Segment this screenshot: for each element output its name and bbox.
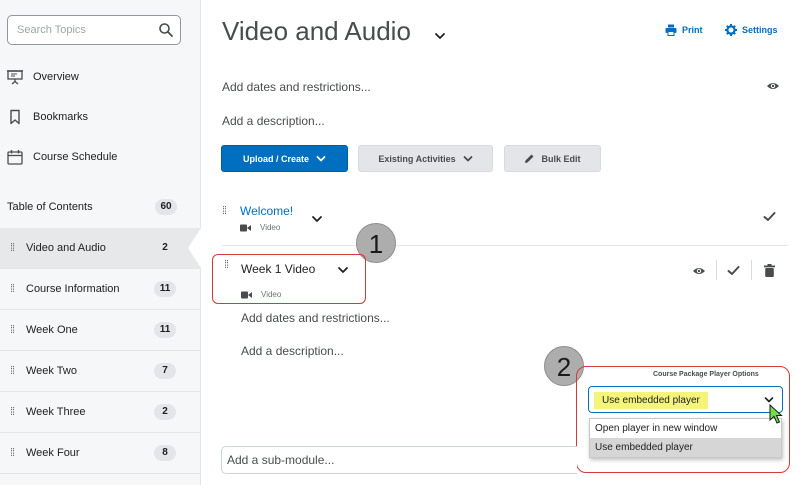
sidebar-item-label: Week One xyxy=(26,324,78,336)
drag-handle-icon[interactable]: ⁞⁞ xyxy=(10,406,16,418)
sidebar-item-week-three[interactable]: ⁞⁞ Week Three 2 xyxy=(0,392,200,433)
dropdown-option-embedded[interactable]: Use embedded player xyxy=(590,438,781,457)
sidebar-link-label: Course Schedule xyxy=(33,151,118,163)
topic-type-label: Video xyxy=(260,223,281,232)
topic-type-welcome: Video xyxy=(240,223,280,232)
drag-handle-icon[interactable]: ⁞⁞ xyxy=(224,259,229,271)
dropdown-option-new-window[interactable]: Open player in new window xyxy=(590,419,781,438)
sidebar-item-week-two[interactable]: ⁞⁞ Week Two 7 xyxy=(0,351,200,392)
bulk-edit-label: Bulk Edit xyxy=(541,153,581,164)
gear-icon xyxy=(725,24,737,36)
drag-handle-icon[interactable]: ⁞⁞ xyxy=(10,447,16,459)
topic-add-description-link[interactable]: Add a description... xyxy=(241,344,344,358)
chevron-down-icon xyxy=(316,155,326,161)
selected-option: Use embedded player xyxy=(594,392,708,409)
topic-type-week-1-video: Video xyxy=(241,290,281,299)
trash-icon[interactable] xyxy=(764,264,775,277)
add-submodule-field[interactable] xyxy=(221,446,577,474)
chevron-down-icon[interactable] xyxy=(311,214,323,224)
settings-label: Settings xyxy=(742,25,778,35)
sidebar-link-label: Overview xyxy=(33,71,79,83)
player-options-dropdown: Open player in new window Use embedded p… xyxy=(589,418,782,458)
count-badge: 11 xyxy=(154,322,176,338)
sidebar: Overview Bookmarks Course Schedule Table… xyxy=(0,0,201,485)
drag-handle-icon[interactable]: ⁞⁞ xyxy=(10,242,16,254)
existing-activities-button[interactable]: Existing Activities xyxy=(358,145,493,172)
upload-create-button[interactable]: Upload / Create xyxy=(221,145,348,172)
sidebar-item-week-four[interactable]: ⁞⁞ Week Four 8 xyxy=(0,433,200,474)
drag-handle-icon[interactable]: ⁞⁞ xyxy=(222,205,227,217)
page-title: Video and Audio xyxy=(222,16,411,46)
count-badge: 11 xyxy=(154,281,176,297)
checkmark-icon[interactable] xyxy=(727,265,740,276)
pencil-icon xyxy=(525,154,534,163)
sidebar-link-overview[interactable]: Overview xyxy=(7,66,197,88)
presentation-icon xyxy=(7,70,23,85)
sidebar-item-video-and-audio[interactable]: ⁞⁞ Video and Audio 2 xyxy=(0,228,200,269)
drag-handle-icon[interactable]: ⁞⁞ xyxy=(10,365,16,377)
count-badge: 8 xyxy=(154,445,176,461)
eye-icon[interactable] xyxy=(766,81,780,91)
sidebar-item-label: Week Three xyxy=(26,406,86,418)
player-options-label: Course Package Player Options xyxy=(653,371,759,378)
sidebar-item-course-information[interactable]: ⁞⁞ Course Information 11 xyxy=(0,269,200,310)
chevron-down-icon xyxy=(764,397,774,403)
settings-button[interactable]: Settings xyxy=(725,24,778,36)
mouse-cursor-icon xyxy=(769,404,783,424)
sidebar-link-bookmarks[interactable]: Bookmarks xyxy=(7,106,197,128)
count-badge: 2 xyxy=(162,242,168,253)
sidebar-item-label: Week Four xyxy=(26,447,80,459)
sidebar-item-label: Course Information xyxy=(26,283,120,295)
eye-icon[interactable] xyxy=(692,266,706,276)
drag-handle-icon[interactable]: ⁞⁞ xyxy=(10,324,16,336)
search-icon[interactable] xyxy=(158,22,174,38)
sidebar-item-label: Video and Audio xyxy=(26,242,106,254)
active-item-pointer xyxy=(188,228,201,268)
printer-icon xyxy=(665,24,677,36)
sidebar-item-week-one[interactable]: ⁞⁞ Week One 11 xyxy=(0,310,200,351)
divider xyxy=(222,245,788,246)
search-field[interactable] xyxy=(7,15,181,45)
sidebar-link-label: Bookmarks xyxy=(33,111,89,123)
add-submodule-input[interactable] xyxy=(227,452,567,468)
video-camera-icon xyxy=(241,291,252,298)
bulk-edit-button[interactable]: Bulk Edit xyxy=(504,145,601,172)
chevron-down-icon[interactable] xyxy=(337,265,349,275)
topic-type-label: Video xyxy=(261,290,282,299)
add-dates-link[interactable]: Add dates and restrictions... xyxy=(222,80,371,94)
table-of-contents-header[interactable]: Table of Contents 60 xyxy=(7,197,177,217)
toc-count-badge: 60 xyxy=(155,199,177,215)
divider xyxy=(751,260,752,280)
chevron-down-icon xyxy=(463,155,472,161)
topic-title-week-1-video[interactable]: Week 1 Video xyxy=(241,262,315,276)
search-input[interactable] xyxy=(17,22,152,38)
print-button[interactable]: Print xyxy=(665,24,703,36)
count-badge: 7 xyxy=(154,363,176,379)
toc-label: Table of Contents xyxy=(7,201,93,213)
checkmark-icon[interactable] xyxy=(763,211,776,222)
divider xyxy=(716,260,717,280)
bookmark-icon xyxy=(10,109,20,125)
print-label: Print xyxy=(682,25,703,35)
existing-activities-label: Existing Activities xyxy=(378,153,456,164)
video-camera-icon xyxy=(240,224,251,231)
count-badge: 2 xyxy=(154,404,176,420)
topic-add-dates-link[interactable]: Add dates and restrictions... xyxy=(241,311,390,325)
player-options-select[interactable]: Use embedded player xyxy=(588,386,783,413)
chevron-down-icon[interactable] xyxy=(434,30,446,42)
sidebar-item-label: Week Two xyxy=(26,365,77,377)
sidebar-link-course-schedule[interactable]: Course Schedule xyxy=(7,146,197,168)
topic-link-welcome[interactable]: Welcome! xyxy=(240,204,293,218)
upload-create-label: Upload / Create xyxy=(242,153,309,164)
calendar-icon xyxy=(7,150,23,165)
drag-handle-icon[interactable]: ⁞⁞ xyxy=(10,283,16,295)
add-description-link[interactable]: Add a description... xyxy=(222,114,325,128)
